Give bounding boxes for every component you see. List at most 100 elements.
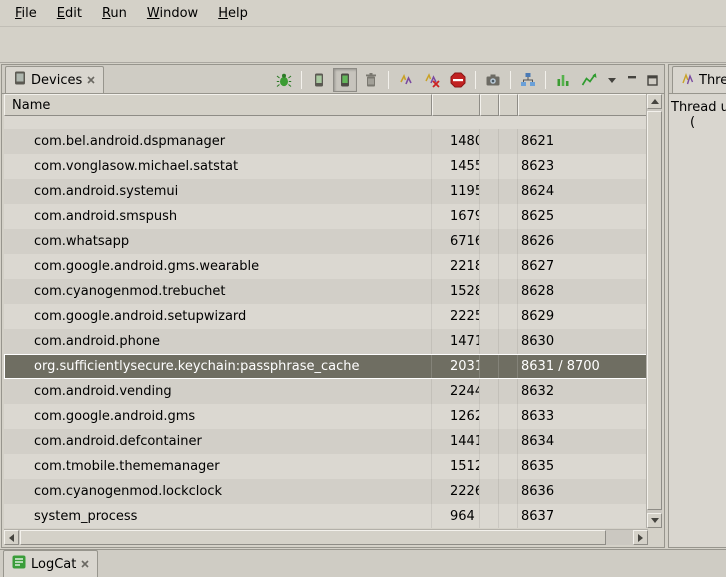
debug-process-button[interactable] bbox=[272, 68, 296, 92]
menu-window[interactable]: Window bbox=[138, 2, 207, 25]
process-col3 bbox=[480, 279, 499, 304]
view-hierarchy-button[interactable] bbox=[516, 68, 540, 92]
menu-file[interactable]: File bbox=[6, 2, 46, 25]
scroll-down-button[interactable] bbox=[647, 513, 662, 528]
process-pid: 14411 bbox=[432, 429, 480, 454]
horizontal-scroll-thumb[interactable] bbox=[20, 530, 606, 545]
table-row[interactable]: com.cyanogenmod.lockclock 22265 8636 bbox=[4, 479, 648, 504]
process-name: com.tmobile.thememanager bbox=[4, 454, 432, 479]
start-profiling-button[interactable] bbox=[551, 68, 575, 92]
column-header-4[interactable] bbox=[499, 94, 518, 116]
phone-icon bbox=[311, 72, 327, 88]
table-row[interactable]: com.google.android.gms.wearable 22185 86… bbox=[4, 254, 648, 279]
table-row[interactable]: system_process 964 8637 bbox=[4, 504, 648, 528]
table-row[interactable]: com.whatsapp 6716 8626 bbox=[4, 229, 648, 254]
tab-devices-label: Devices bbox=[31, 73, 82, 88]
process-port: 8633 bbox=[518, 404, 648, 429]
network-stats-button[interactable] bbox=[577, 68, 601, 92]
update-heap-button[interactable] bbox=[307, 68, 331, 92]
process-col4 bbox=[499, 454, 518, 479]
process-col4 bbox=[499, 204, 518, 229]
vertical-scroll-thumb[interactable] bbox=[647, 111, 662, 510]
close-icon[interactable] bbox=[81, 560, 89, 568]
toolbar-separator bbox=[388, 71, 389, 89]
process-col4 bbox=[499, 504, 518, 528]
tab-threads[interactable]: Threads bbox=[672, 66, 726, 93]
column-header-port[interactable] bbox=[518, 94, 648, 116]
process-port: 8628 bbox=[518, 279, 648, 304]
process-port: 8630 bbox=[518, 329, 648, 354]
horizontal-scrollbar[interactable] bbox=[4, 529, 648, 545]
threads-icon bbox=[398, 72, 414, 88]
table-row[interactable]: com.android.phone 1471 8630 bbox=[4, 329, 648, 354]
process-port: 8635 bbox=[518, 454, 648, 479]
close-icon[interactable] bbox=[87, 76, 95, 84]
stop-thread-updates-button[interactable] bbox=[420, 68, 444, 92]
table-row[interactable]: com.google.android.gms 12623 8633 bbox=[4, 404, 648, 429]
process-col3 bbox=[480, 129, 499, 154]
column-header-name[interactable]: Name bbox=[4, 94, 432, 116]
process-pid: 1679 bbox=[432, 204, 480, 229]
devices-panel: Devices bbox=[1, 64, 665, 548]
tab-devices[interactable]: Devices bbox=[5, 66, 104, 93]
scroll-up-button[interactable] bbox=[647, 94, 662, 109]
scroll-right-button[interactable] bbox=[633, 530, 648, 545]
vertical-scrollbar[interactable] bbox=[646, 94, 662, 528]
maximize-button[interactable] bbox=[643, 68, 661, 92]
process-col4 bbox=[499, 379, 518, 404]
process-col3 bbox=[480, 404, 499, 429]
table-row[interactable]: com.google.android.setupwizard 22250 862… bbox=[4, 304, 648, 329]
devices-tabbar: Devices bbox=[2, 65, 664, 94]
toolbar-separator bbox=[545, 71, 546, 89]
process-port: 8626 bbox=[518, 229, 648, 254]
table-row[interactable]: com.android.vending 22440 8632 bbox=[4, 379, 648, 404]
hierarchy-icon bbox=[520, 72, 536, 88]
logcat-icon bbox=[12, 555, 26, 573]
process-name: com.vonglasow.michael.satstat bbox=[4, 154, 432, 179]
column-header-pid[interactable] bbox=[432, 94, 480, 116]
table-row[interactable]: com.android.defcontainer 14411 8634 bbox=[4, 429, 648, 454]
dump-hprof-button[interactable] bbox=[333, 68, 357, 92]
column-header-3[interactable] bbox=[480, 94, 499, 116]
table-row[interactable]: com.android.smspush 1679 8625 bbox=[4, 204, 648, 229]
table-row[interactable]: com.bel.android.dspmanager 1480 8621 bbox=[4, 129, 648, 154]
process-col4 bbox=[499, 279, 518, 304]
process-col4 bbox=[499, 154, 518, 179]
minimize-button[interactable] bbox=[623, 68, 641, 92]
scroll-left-button[interactable] bbox=[4, 530, 19, 545]
process-col3 bbox=[480, 229, 499, 254]
process-col4 bbox=[499, 254, 518, 279]
logcat-tabbar: LogCat bbox=[0, 549, 726, 577]
process-port: 8627 bbox=[518, 254, 648, 279]
process-col4 bbox=[499, 479, 518, 504]
process-col3 bbox=[480, 379, 499, 404]
menu-edit[interactable]: Edit bbox=[48, 2, 91, 25]
table-row[interactable]: com.cyanogenmod.trebuchet 1528 8628 bbox=[4, 279, 648, 304]
menu-run[interactable]: Run bbox=[93, 2, 136, 25]
arrow-left-icon bbox=[9, 534, 14, 542]
process-name: com.android.phone bbox=[4, 329, 432, 354]
toolbar-separator bbox=[301, 71, 302, 89]
table-row[interactable]: com.vonglasow.michael.satstat 14553 8623 bbox=[4, 154, 648, 179]
process-name: com.google.android.gms bbox=[4, 404, 432, 429]
arrow-down-icon bbox=[651, 518, 659, 523]
threads-message-line2: ( bbox=[671, 115, 724, 130]
tab-logcat[interactable]: LogCat bbox=[3, 550, 98, 577]
process-port: 8631 / 8700 bbox=[518, 354, 648, 379]
table-row[interactable]: com.tmobile.thememanager 1512 8635 bbox=[4, 454, 648, 479]
screen-capture-button[interactable] bbox=[481, 68, 505, 92]
table-row[interactable]: com.android.systemui 1195 8624 bbox=[4, 179, 648, 204]
process-name: com.android.vending bbox=[4, 379, 432, 404]
device-table-header: Name bbox=[4, 94, 648, 116]
process-col3 bbox=[480, 479, 499, 504]
network-stats-icon bbox=[581, 72, 597, 88]
update-threads-button[interactable] bbox=[394, 68, 418, 92]
menu-help[interactable]: Help bbox=[209, 2, 257, 25]
bug-icon bbox=[276, 72, 292, 88]
cause-gc-button[interactable] bbox=[359, 68, 383, 92]
stop-process-button[interactable] bbox=[446, 68, 470, 92]
tab-threads-label: Threads bbox=[699, 73, 726, 88]
table-row[interactable]: org.sufficientlysecure.keychain:passphra… bbox=[4, 354, 648, 379]
process-name: system_process bbox=[4, 504, 432, 528]
view-menu-button[interactable] bbox=[603, 68, 621, 92]
